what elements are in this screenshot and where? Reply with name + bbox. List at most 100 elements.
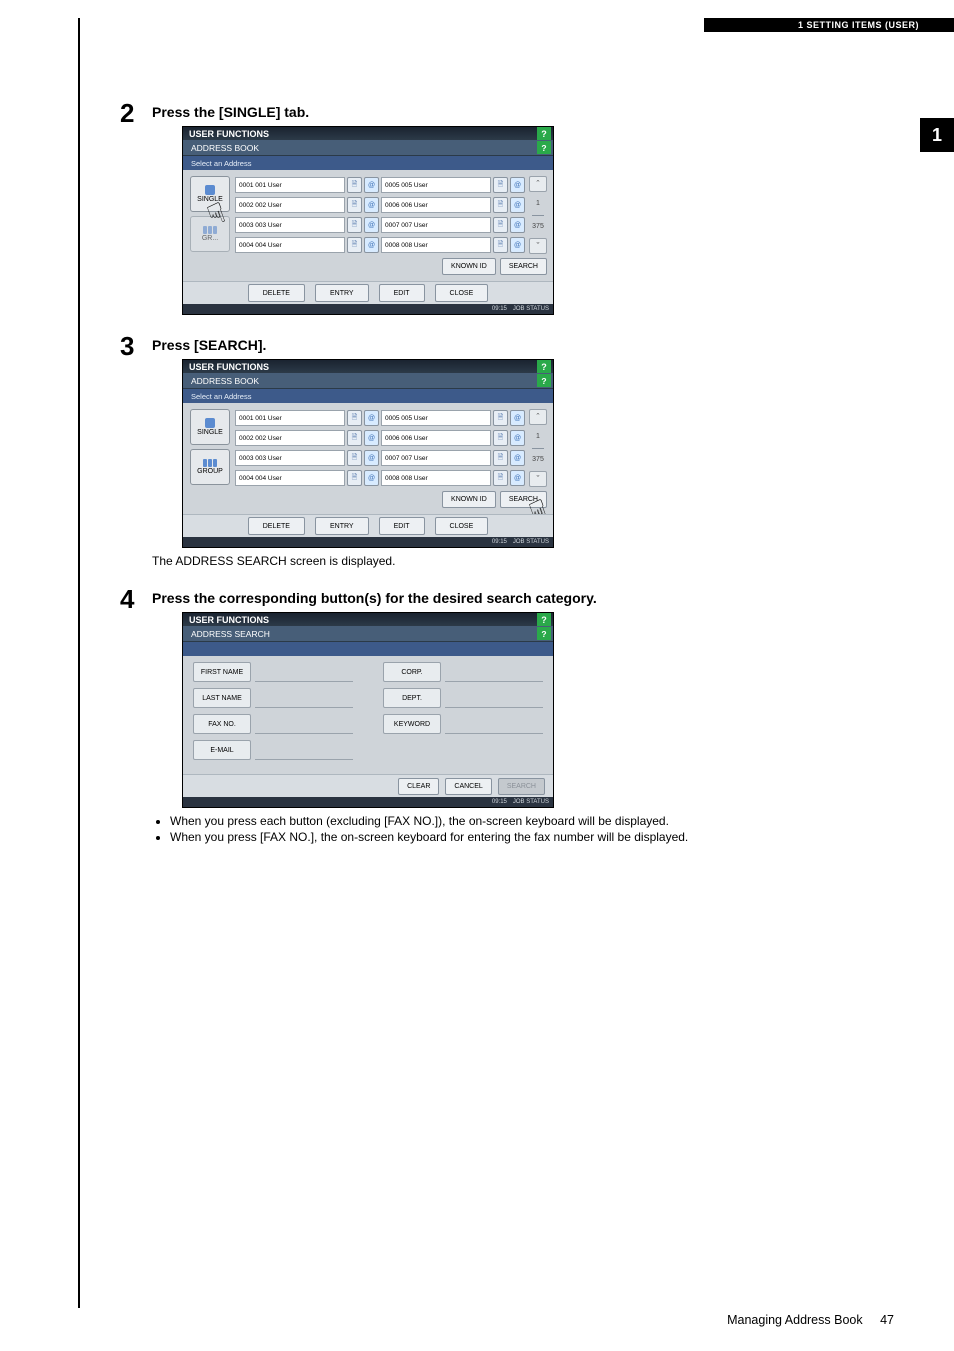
entry-id: 0001 [239,415,253,422]
help-icon[interactable]: ? [537,613,551,626]
fax-icon[interactable]: 🗎 [493,450,508,466]
list-item[interactable]: 0008 008 User 🗎 @ [381,236,525,254]
close-button[interactable]: CLOSE [435,517,489,535]
fax-no-field[interactable] [255,715,353,734]
entry-button[interactable]: ENTRY [315,517,369,535]
mail-icon[interactable]: @ [364,430,379,446]
fax-icon[interactable]: 🗎 [493,410,508,426]
mail-icon[interactable]: @ [510,410,525,426]
job-status-button[interactable]: JOB STATUS [513,539,549,545]
mail-icon[interactable]: @ [364,197,379,213]
dept-button[interactable]: DEPT. [383,688,441,708]
help-icon[interactable]: ? [537,127,551,140]
tab-group[interactable]: GROUP [190,449,230,485]
fax-icon[interactable]: 🗎 [347,410,362,426]
email-button[interactable]: E-MAIL [193,740,251,760]
help-icon[interactable]: ? [537,627,551,640]
list-item[interactable]: 0005 005 User 🗎 @ [381,176,525,194]
list-item[interactable]: 0002 002 User🗎@ [235,429,379,447]
help-icon[interactable]: ? [537,374,551,387]
delete-button[interactable]: DELETE [248,517,305,535]
first-name-field[interactable] [255,663,353,682]
job-status-button[interactable]: JOB STATUS [513,799,549,805]
mail-icon[interactable]: @ [364,450,379,466]
list-item[interactable]: 0006 006 User 🗎 @ [381,196,525,214]
mail-icon[interactable]: @ [510,237,525,253]
list-item[interactable]: 0007 007 User 🗎 @ [381,216,525,234]
known-id-button[interactable]: KNOWN ID [442,491,496,508]
mail-icon[interactable]: @ [364,470,379,486]
last-name-button[interactable]: LAST NAME [193,688,251,708]
list-item[interactable]: 0008 008 User🗎@ [381,469,525,487]
list-item[interactable]: 0004 004 User 🗎 @ [235,236,379,254]
list-item[interactable]: 0005 005 User🗎@ [381,409,525,427]
entry-id: 0004 [239,242,253,249]
cancel-button[interactable]: CANCEL [445,778,491,795]
keyword-field[interactable] [445,715,543,734]
edit-button[interactable]: EDIT [379,284,425,302]
mail-icon[interactable]: @ [364,237,379,253]
fax-icon[interactable]: 🗎 [347,430,362,446]
mail-icon[interactable]: @ [510,197,525,213]
help-icon[interactable]: ? [537,141,551,154]
mail-icon[interactable]: @ [510,217,525,233]
tab-single[interactable]: SINGLE [190,176,230,212]
fax-icon[interactable]: 🗎 [347,177,362,193]
fax-icon[interactable]: 🗎 [493,470,508,486]
entry-id: 0008 [385,475,399,482]
corp-button[interactable]: CORP. [383,662,441,682]
email-field[interactable] [255,741,353,760]
edit-button[interactable]: EDIT [379,517,425,535]
mail-icon[interactable]: @ [364,217,379,233]
entry-button[interactable]: ENTRY [315,284,369,302]
fax-icon[interactable]: 🗎 [493,197,508,213]
mail-icon[interactable]: @ [364,177,379,193]
fax-icon[interactable]: 🗎 [493,177,508,193]
list-item[interactable]: 0006 006 User🗎@ [381,429,525,447]
fax-no-button[interactable]: FAX NO. [193,714,251,734]
delete-button[interactable]: DELETE [248,284,305,302]
job-status-button[interactable]: JOB STATUS [513,306,549,312]
tab-single[interactable]: SINGLE [190,409,230,445]
fax-icon[interactable]: 🗎 [347,237,362,253]
scroll-up-button[interactable]: ˆ [529,176,547,192]
clear-button[interactable]: CLEAR [398,778,439,795]
fax-icon[interactable]: 🗎 [347,217,362,233]
fax-icon[interactable]: 🗎 [347,450,362,466]
divider [532,215,544,216]
fax-icon[interactable]: 🗎 [493,430,508,446]
search-button[interactable]: SEARCH [500,491,547,508]
first-name-button[interactable]: FIRST NAME [193,662,251,682]
step-after-text: The ADDRESS SEARCH screen is displayed. [152,554,880,568]
fax-icon[interactable]: 🗎 [493,217,508,233]
last-name-field[interactable] [255,689,353,708]
known-id-button[interactable]: KNOWN ID [442,258,496,275]
list-item[interactable]: 0001 001 User🗎@ [235,409,379,427]
scroll-down-button[interactable]: ˇ [529,238,547,254]
fax-icon[interactable]: 🗎 [493,237,508,253]
close-button[interactable]: CLOSE [435,284,489,302]
tab-group[interactable]: GR... [190,216,230,252]
dept-field[interactable] [445,689,543,708]
mail-icon[interactable]: @ [364,410,379,426]
mail-icon[interactable]: @ [510,450,525,466]
search-button[interactable]: SEARCH [500,258,547,275]
list-item[interactable]: 0003 003 User🗎@ [235,449,379,467]
fax-icon[interactable]: 🗎 [347,197,362,213]
list-item[interactable]: 0007 007 User🗎@ [381,449,525,467]
corp-field[interactable] [445,663,543,682]
search-button[interactable]: SEARCH [498,778,545,795]
list-item[interactable]: 0001 001 User 🗎 @ [235,176,379,194]
help-icon[interactable]: ? [537,360,551,373]
keyword-button[interactable]: KEYWORD [383,714,441,734]
scroll-down-button[interactable]: ˇ [529,471,547,487]
fax-icon[interactable]: 🗎 [347,470,362,486]
entry-name: 006 User [401,202,427,209]
list-item[interactable]: 0002 002 User 🗎 @ [235,196,379,214]
mail-icon[interactable]: @ [510,430,525,446]
mail-icon[interactable]: @ [510,470,525,486]
list-item[interactable]: 0003 003 User 🗎 @ [235,216,379,234]
mail-icon[interactable]: @ [510,177,525,193]
list-item[interactable]: 0004 004 User🗎@ [235,469,379,487]
scroll-up-button[interactable]: ˆ [529,409,547,425]
